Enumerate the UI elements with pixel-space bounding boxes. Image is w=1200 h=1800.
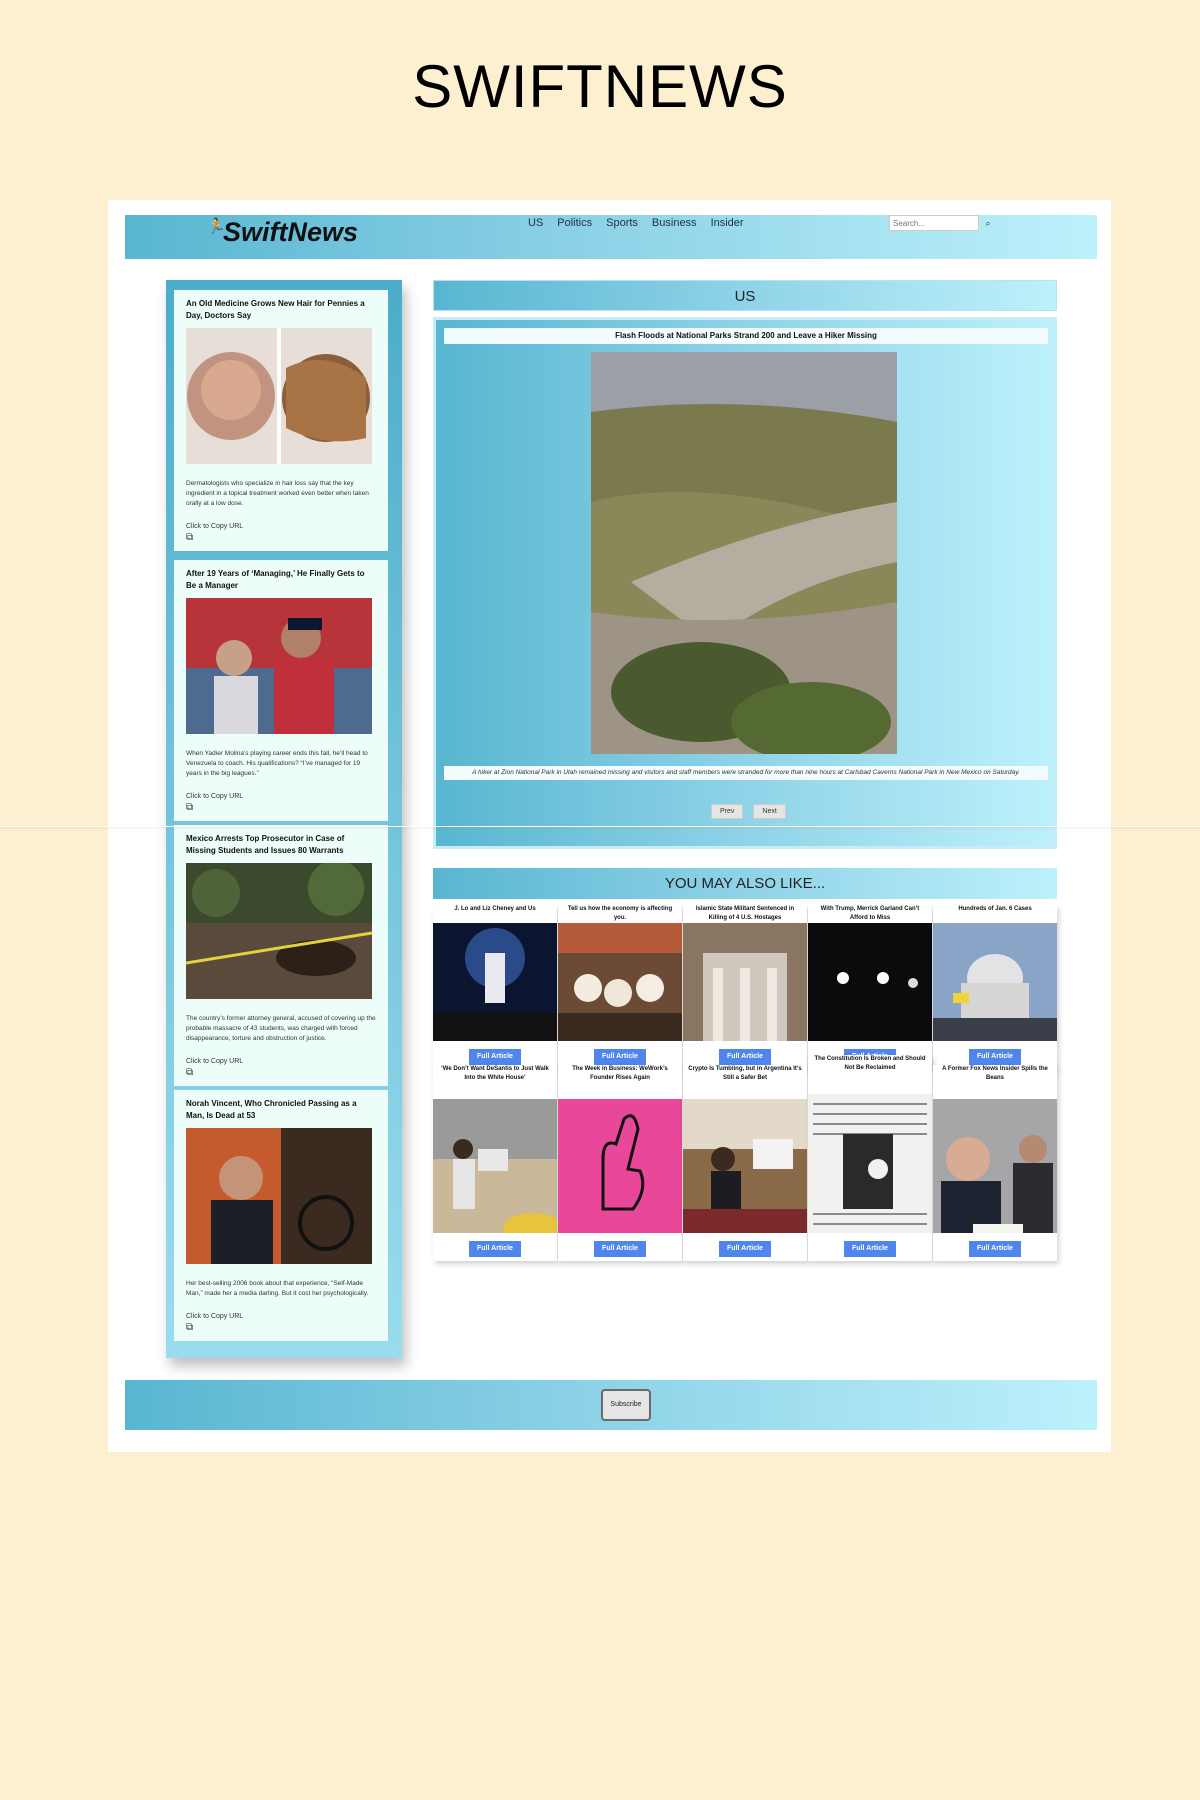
related-card: Crypto Is Tumbling, but in Argentina It’… <box>683 1065 807 1261</box>
sidebar-article: Norah Vincent, Who Chronicled Passing as… <box>174 1090 388 1341</box>
related-title[interactable]: ‘We Don’t Want DeSantis to Just Walk Int… <box>433 1065 557 1083</box>
grocery-photo <box>558 923 682 1041</box>
site-header: 🏃 SwiftNews US Politics Sports Business … <box>125 215 1097 259</box>
article-summary: When Yadier Molina’s playing career ends… <box>186 750 368 777</box>
prev-button[interactable]: Prev <box>711 804 744 819</box>
site-footer: Subscribe <box>125 1380 1097 1430</box>
subscribe-button[interactable]: Subscribe <box>601 1389 651 1421</box>
portrait-photo <box>186 1128 372 1264</box>
article-title[interactable]: Norah Vincent, Who Chronicled Passing as… <box>186 1098 376 1122</box>
related-card: Tell us how the economy is affecting you… <box>558 905 682 1069</box>
divider-line <box>0 826 1200 827</box>
copy-url-label[interactable]: Click to Copy URL <box>186 1058 376 1065</box>
concert-photo <box>433 923 557 1041</box>
related-card: ‘We Don’t Want DeSantis to Just Walk Int… <box>433 1065 563 1261</box>
full-article-button[interactable]: Full Article <box>469 1241 521 1257</box>
related-card: With Trump, Merrick Garland Can’t Afford… <box>808 905 932 1069</box>
nav-item-insider[interactable]: Insider <box>711 217 744 229</box>
featured-article: Flash Floods at National Parks Strand 20… <box>433 317 1057 849</box>
full-article-button[interactable]: Full Article <box>594 1241 646 1257</box>
article-title[interactable]: An Old Medicine Grows New Hair for Penni… <box>186 298 376 322</box>
protester-photo <box>433 1099 563 1249</box>
main-nav: US Politics Sports Business Insider <box>528 217 744 229</box>
related-card: A Former Fox News Insider Spills the Bea… <box>933 1065 1057 1261</box>
copy-icon[interactable]: ⧉ <box>186 532 376 543</box>
full-article-button[interactable]: Full Article <box>594 1049 646 1065</box>
featured-title[interactable]: Flash Floods at National Parks Strand 20… <box>444 328 1048 344</box>
next-button[interactable]: Next <box>753 804 786 819</box>
article-summary: Her best-selling 2006 book about that ex… <box>186 1280 369 1297</box>
spotlight-photo <box>808 923 932 1041</box>
full-article-button[interactable]: Full Article <box>969 1241 1021 1257</box>
copy-icon[interactable]: ⧉ <box>186 802 376 813</box>
article-summary: The country’s former attorney general, a… <box>186 1015 376 1042</box>
full-article-button[interactable]: Full Article <box>469 1049 521 1065</box>
related-title[interactable]: Crypto Is Tumbling, but in Argentina It’… <box>683 1065 807 1083</box>
constitution-illustration <box>808 1094 932 1254</box>
sidebar: An Old Medicine Grows New Hair for Penni… <box>166 280 402 1358</box>
related-heading: YOU MAY ALSO LIKE... <box>433 868 1057 899</box>
related-title[interactable]: The Week in Business: WeWork’s Founder R… <box>558 1065 682 1083</box>
article-title[interactable]: Mexico Arrests Top Prosecutor in Case of… <box>186 833 376 857</box>
sidebar-article: After 19 Years of ‘Managing,’ He Finally… <box>174 560 388 821</box>
hair-regrowth-photo <box>186 328 372 464</box>
copy-url-label[interactable]: Click to Copy URL <box>186 1313 376 1320</box>
article-summary: Dermatologists who specialize in hair lo… <box>186 480 369 507</box>
capitol-photo <box>933 923 1057 1041</box>
related-card: Islamic State Militant Sentenced in Kill… <box>683 905 807 1069</box>
search-input[interactable] <box>889 215 979 231</box>
search-icon[interactable]: ⌕ <box>981 215 995 231</box>
copy-icon[interactable]: ⧉ <box>186 1067 376 1078</box>
related-card: The Constitution Is Broken and Should No… <box>808 1055 932 1261</box>
full-article-button[interactable]: Full Article <box>844 1241 896 1257</box>
hearing-photo <box>933 1099 1057 1249</box>
article-title[interactable]: After 19 Years of ‘Managing,’ He Finally… <box>186 568 376 592</box>
pager: Prev Next <box>711 804 786 819</box>
baseball-dugout-photo <box>186 598 372 734</box>
flood-canyon-photo <box>591 352 897 754</box>
nav-item-business[interactable]: Business <box>652 217 697 229</box>
related-title[interactable]: The Constitution Is Broken and Should No… <box>808 1055 932 1073</box>
copy-url-label[interactable]: Click to Copy URL <box>186 793 376 800</box>
copy-url-label[interactable]: Click to Copy URL <box>186 523 376 530</box>
related-title[interactable]: A Former Fox News Insider Spills the Bea… <box>933 1065 1057 1083</box>
sidebar-article: An Old Medicine Grows New Hair for Penni… <box>174 290 388 551</box>
cafe-photo <box>683 1099 807 1249</box>
related-title[interactable]: Islamic State Militant Sentenced in Kill… <box>683 905 807 923</box>
related-card: The Week in Business: WeWork’s Founder R… <box>558 1065 682 1261</box>
related-title[interactable]: J. Lo and Liz Cheney and Us <box>433 905 557 923</box>
nav-item-politics[interactable]: Politics <box>557 217 592 229</box>
copy-icon[interactable]: ⧉ <box>186 1322 376 1333</box>
site-logo[interactable]: SwiftNews <box>223 217 358 248</box>
related-grid: J. Lo and Liz Cheney and Us Full Article… <box>433 905 1057 1271</box>
full-article-button[interactable]: Full Article <box>969 1049 1021 1065</box>
featured-caption: A hiker at Zion National Park in Utah re… <box>444 766 1048 780</box>
sidebar-article: Mexico Arrests Top Prosecutor in Case of… <box>174 825 388 1086</box>
full-article-button[interactable]: Full Article <box>719 1049 771 1065</box>
related-title[interactable]: With Trump, Merrick Garland Can’t Afford… <box>808 905 932 923</box>
nav-item-sports[interactable]: Sports <box>606 217 638 229</box>
page-title: SWIFTNEWS <box>412 53 788 120</box>
related-card: Hundreds of Jan. 6 Cases Full Article <box>933 905 1057 1069</box>
excavation-site-photo <box>185 860 373 999</box>
crossed-fingers-illustration <box>558 1099 682 1249</box>
nav-item-us[interactable]: US <box>528 217 543 229</box>
related-title[interactable]: Tell us how the economy is affecting you… <box>558 905 682 923</box>
browser-frame: 🏃 SwiftNews US Politics Sports Business … <box>0 200 1200 1452</box>
section-heading: US <box>433 280 1057 311</box>
related-card: J. Lo and Liz Cheney and Us Full Article <box>433 905 557 1069</box>
courthouse-photo <box>683 923 807 1041</box>
full-article-button[interactable]: Full Article <box>719 1241 771 1257</box>
related-title[interactable]: Hundreds of Jan. 6 Cases <box>933 905 1057 923</box>
